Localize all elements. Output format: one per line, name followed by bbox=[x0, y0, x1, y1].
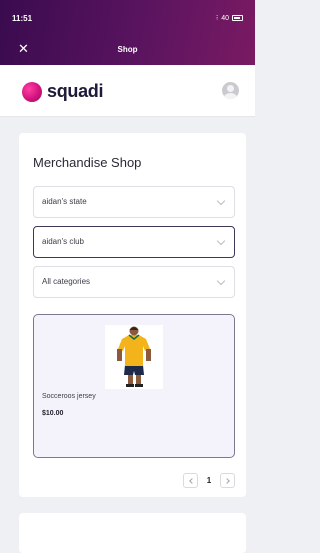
product-card[interactable]: Socceroos jersey $10.00 bbox=[33, 314, 235, 458]
shop-heading: Merchandise Shop bbox=[33, 155, 142, 170]
squadi-logo[interactable]: squadi bbox=[22, 81, 104, 102]
chevron-down-icon bbox=[216, 276, 226, 286]
category-select[interactable]: All categories bbox=[33, 266, 235, 298]
next-page-button[interactable] bbox=[220, 473, 235, 488]
battery-icon bbox=[232, 15, 243, 21]
top-header-bar: 11:51 ⁝ 40 ✕ Shop bbox=[0, 0, 255, 65]
brand-name: squadi bbox=[47, 81, 104, 101]
pagination: 1 bbox=[183, 473, 235, 488]
product-price: $10.00 bbox=[42, 410, 64, 417]
signal-icon: ⁝ bbox=[215, 15, 219, 22]
club-select[interactable]: aidan's club bbox=[33, 226, 235, 258]
yellow-jersey-image bbox=[105, 325, 163, 389]
chevron-down-icon bbox=[216, 196, 226, 206]
state-select-value: aidan's state bbox=[42, 197, 87, 206]
signal-label: 40 bbox=[221, 14, 229, 22]
chevron-down-icon bbox=[216, 236, 226, 246]
status-icons: ⁝ 40 bbox=[216, 14, 243, 22]
club-select-value: aidan's club bbox=[42, 237, 84, 246]
squadi-logo-icon bbox=[22, 81, 42, 102]
next-section-card bbox=[19, 513, 246, 553]
current-page-number[interactable]: 1 bbox=[204, 476, 214, 485]
chevron-left-icon bbox=[188, 477, 195, 484]
category-select-value: All categories bbox=[42, 277, 91, 286]
user-avatar-icon[interactable] bbox=[222, 82, 239, 99]
merchandise-shop-card: Merchandise Shop aidan's state aidan's c… bbox=[19, 133, 246, 497]
chevron-right-icon bbox=[223, 477, 230, 484]
product-name: Socceroos jersey bbox=[42, 393, 96, 400]
state-select[interactable]: aidan's state bbox=[33, 186, 235, 218]
status-time: 11:51 bbox=[12, 14, 33, 23]
page-title: Shop bbox=[117, 45, 138, 54]
app-bar: squadi bbox=[0, 65, 255, 117]
prev-page-button[interactable] bbox=[183, 473, 198, 488]
